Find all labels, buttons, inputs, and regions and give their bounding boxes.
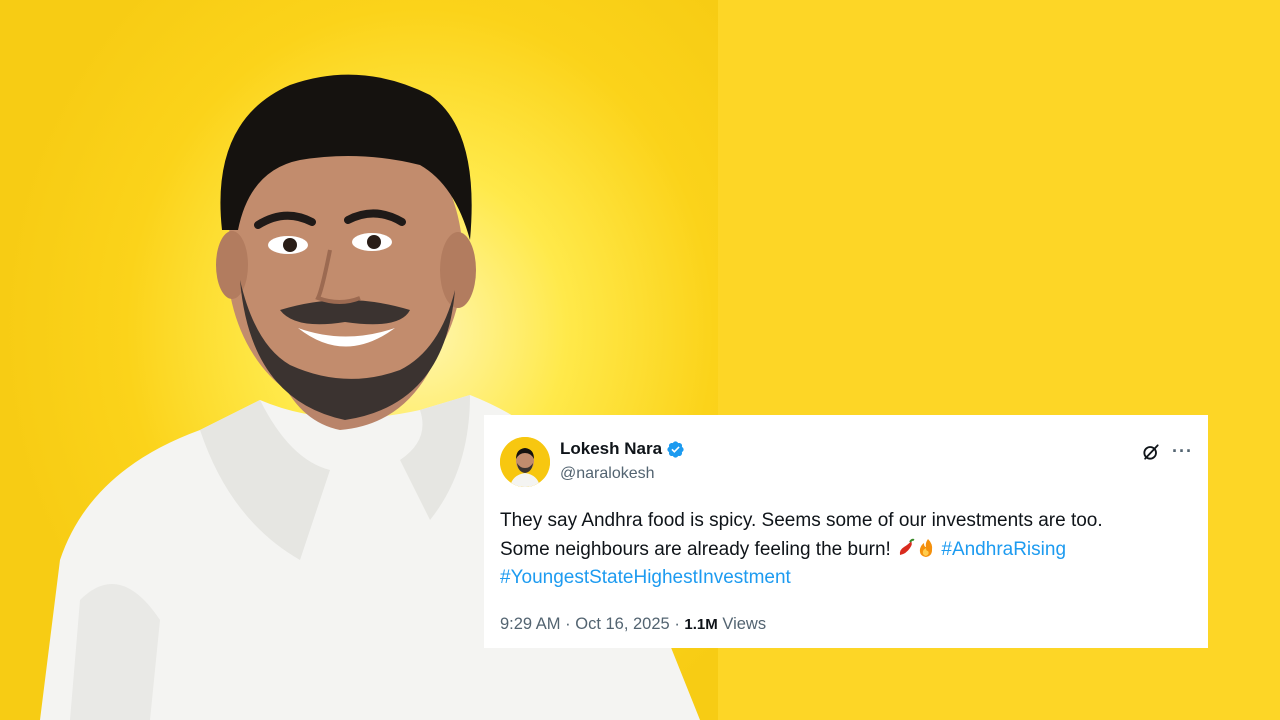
views-count: 1.1M (684, 616, 718, 633)
meta-separator: · (565, 615, 571, 633)
name-row: Lokesh Nara (560, 439, 685, 459)
display-name[interactable]: Lokesh Nara (560, 439, 662, 459)
grok-icon[interactable] (1141, 442, 1161, 462)
hashtag-andhra-rising[interactable]: #AndhraRising (941, 539, 1066, 560)
more-options-icon[interactable]: ··· (1172, 441, 1193, 462)
avatar-image (500, 437, 550, 487)
tweet-time[interactable]: 9:29 AM (500, 615, 561, 633)
user-handle[interactable]: @naralokesh (560, 465, 655, 483)
tweet-text: They say Andhra food is spicy. Seems som… (500, 507, 1200, 593)
meta-separator: · (674, 615, 680, 633)
tweet-text-line2: Some neighbours are already feeling the … (500, 538, 891, 560)
chili-pepper-icon (899, 538, 915, 555)
verified-badge-icon (667, 440, 684, 458)
tweet-card[interactable]: Lokesh Nara @naralokesh ··· They say And… (484, 415, 1208, 648)
tweet-meta: 9:29 AM · Oct 16, 2025 · 1.1M Views (500, 615, 766, 634)
hashtag-youngest-state[interactable]: #YoungestStateHighestInvestment (500, 567, 791, 588)
views-label: Views (722, 615, 767, 633)
tweet-text-line1: They say Andhra food is spicy. Seems som… (500, 510, 1103, 531)
avatar[interactable] (500, 437, 550, 487)
fire-icon (919, 538, 933, 557)
tweet-date[interactable]: Oct 16, 2025 (575, 615, 669, 633)
